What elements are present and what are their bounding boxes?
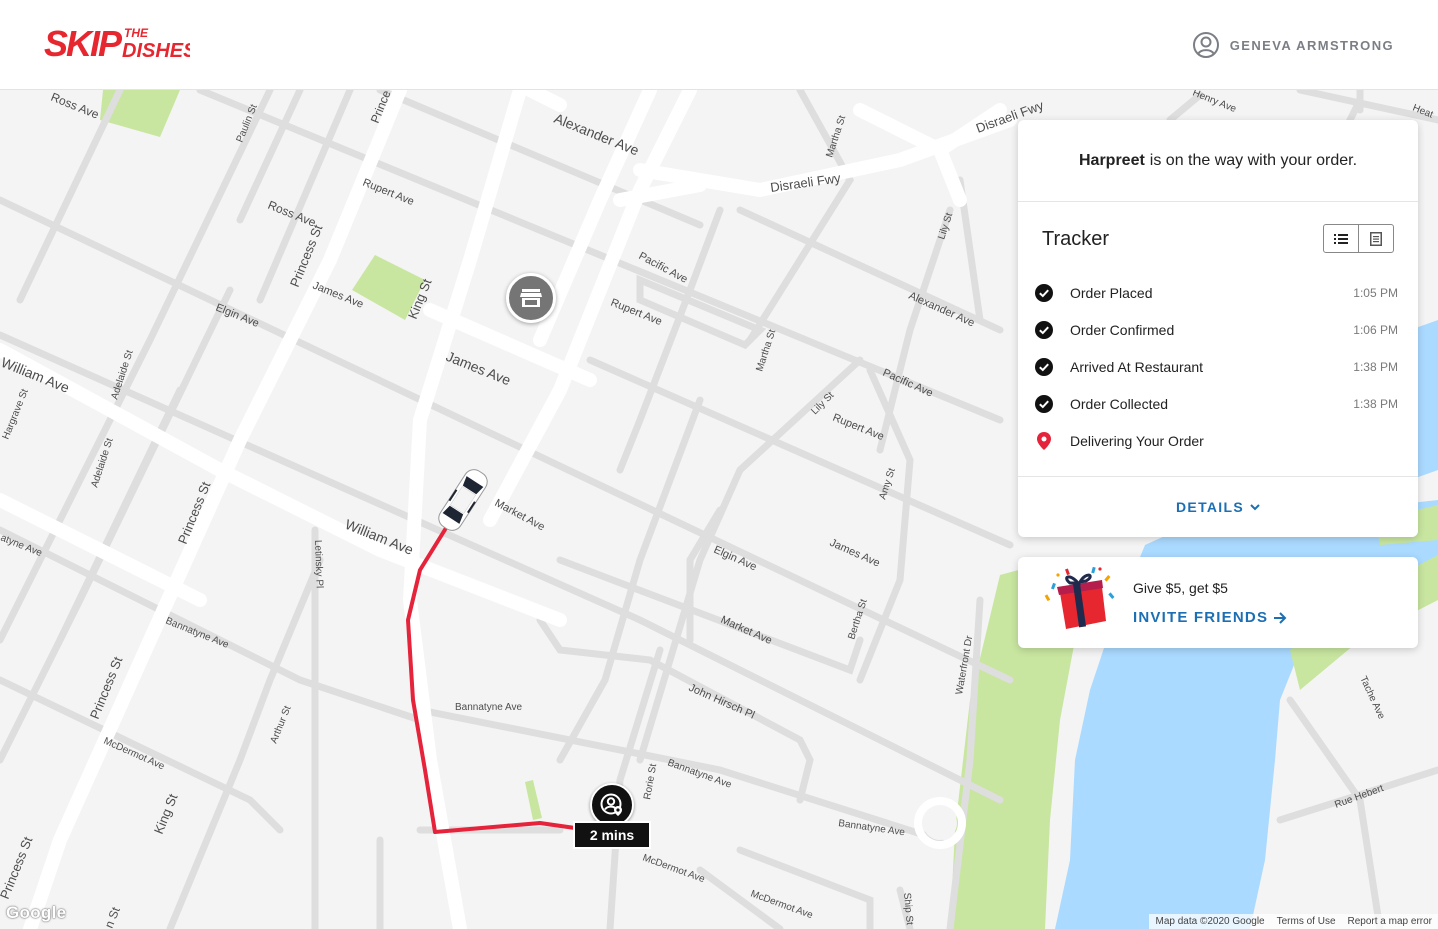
map-attribution: Map data ©2020 Google Terms of Use Repor… (1149, 914, 1438, 929)
gift-icon (1044, 566, 1115, 629)
user-circle-icon (1192, 32, 1219, 58)
step-time: 1:05 PM (1353, 285, 1398, 300)
tracker-step: Order Confirmed 1:06 PM (1034, 311, 1398, 348)
svg-text:THE: THE (124, 26, 149, 40)
invite-friends-label: INVITE FRIENDS (1133, 609, 1269, 626)
list-view-button[interactable] (1324, 225, 1358, 252)
restaurant-marker[interactable] (506, 273, 556, 323)
details-button[interactable]: DETAILS (1018, 477, 1418, 537)
referral-card: Give $5, get $5 INVITE FRIENDS (1018, 557, 1418, 648)
invite-friends-link[interactable]: INVITE FRIENDS (1133, 609, 1287, 626)
user-menu[interactable]: GENEVA ARMSTRONG (1192, 30, 1394, 60)
chevron-down-icon (1250, 503, 1260, 510)
user-name: GENEVA ARMSTRONG (1229, 37, 1394, 53)
tracker-steps: Order Placed 1:05 PM Order Confirmed 1:0… (1018, 274, 1418, 459)
destination-marker[interactable]: 2 mins (572, 783, 652, 853)
tracker-step: Arrived At Restaurant 1:38 PM (1034, 348, 1398, 385)
status-text: is on the way with your order. (1149, 151, 1358, 169)
step-time: 1:06 PM (1353, 322, 1398, 337)
receipt-view-button[interactable] (1358, 225, 1393, 252)
tracker-step: Order Collected 1:38 PM (1034, 385, 1398, 422)
tracker-step: Delivering Your Order (1034, 422, 1398, 459)
svg-text:DISHES: DISHES (122, 40, 190, 62)
step-label: Arrived At Restaurant (1070, 358, 1204, 375)
arrow-right-icon (1274, 611, 1287, 624)
details-label: DETAILS (1176, 499, 1244, 515)
eta-label: 2 mins (573, 821, 651, 849)
google-logo: Google (6, 903, 67, 922)
app-header: SKIP THE DISHES GENEVA ARMSTRONG (0, 0, 1438, 90)
report-map-error-link[interactable]: Report a map error (1348, 916, 1432, 927)
location-pin-icon (1034, 431, 1054, 451)
tracker-header: Tracker (1018, 202, 1418, 274)
skip-the-dishes-logo[interactable]: SKIP THE DISHES (44, 22, 190, 62)
step-time: 1:38 PM (1353, 359, 1398, 374)
user-location-icon (600, 793, 622, 816)
storefront-icon (520, 289, 542, 307)
street-label: Letinsky Pl (312, 540, 325, 589)
step-label: Order Placed (1070, 284, 1153, 301)
step-label: Order Confirmed (1070, 321, 1175, 338)
list-icon (1334, 233, 1348, 244)
driver-status-message: Harpreet is on the way with your order. (1018, 120, 1418, 202)
step-time: 1:38 PM (1353, 396, 1398, 411)
step-label: Order Collected (1070, 395, 1169, 412)
svg-text:SKIP: SKIP (44, 23, 123, 62)
terms-of-use-link[interactable]: Terms of Use (1277, 916, 1336, 927)
tracker-step: Order Placed 1:05 PM (1034, 274, 1398, 311)
check-circle-icon (1034, 320, 1054, 340)
receipt-icon (1370, 231, 1382, 246)
street-label: Bannatyne Ave (455, 702, 523, 713)
referral-text: Give $5, get $5 (1133, 580, 1228, 596)
map-data-credit: Map data ©2020 Google (1155, 916, 1265, 927)
order-tracker-panel: Harpreet is on the way with your order. … (1018, 120, 1418, 537)
tracker-title: Tracker (1042, 228, 1110, 250)
driver-name: Harpreet (1078, 151, 1145, 169)
check-circle-icon (1034, 283, 1054, 303)
tracker-view-toggle (1323, 224, 1394, 253)
check-circle-icon (1034, 394, 1054, 414)
step-label: Delivering Your Order (1070, 432, 1204, 449)
driver-car-icon (438, 469, 488, 531)
check-circle-icon (1034, 357, 1054, 377)
